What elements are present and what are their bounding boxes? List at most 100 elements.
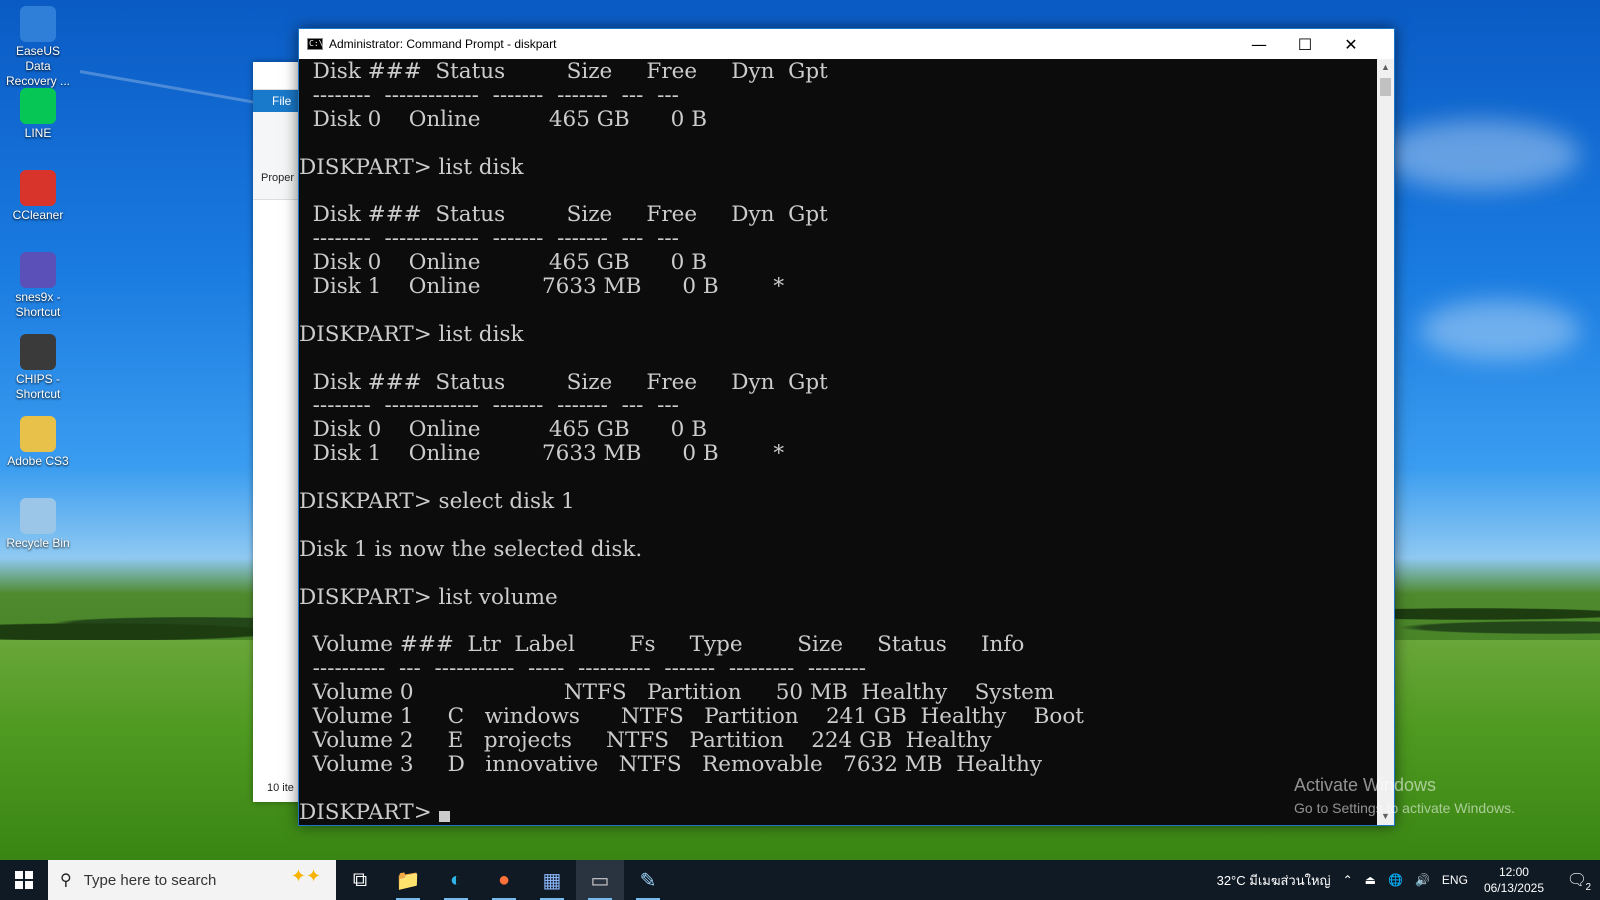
wallpaper-cloud (1420, 300, 1580, 360)
chips-icon (20, 334, 56, 370)
console-line-text: Volume ### Ltr Label Fs Type Size Status… (299, 632, 1025, 658)
console-line: DISKPART> list disk (299, 154, 1377, 180)
notification-count: 2 (1585, 882, 1591, 893)
taskbar-app-button[interactable]: ⧉ (336, 860, 384, 900)
command-prompt-window[interactable]: C:\ Administrator: Command Prompt - disk… (298, 28, 1395, 826)
cmd-app-icon: C:\ (307, 38, 324, 50)
console-line: DISKPART> select disk 1 (299, 490, 1377, 514)
console-line: Disk 1 Online 7633 MB 0 B * (299, 442, 1377, 466)
minimize-button[interactable]: — (1236, 29, 1282, 59)
clock-date: 06/13/2025 (1483, 881, 1544, 895)
console-line: Disk ### Status Size Free Dyn Gpt (299, 60, 1377, 84)
usb-device-icon[interactable]: ⏏ (1359, 873, 1382, 887)
activate-windows-watermark: Activate Windows Go to Settings to activ… (1294, 775, 1515, 816)
console-line-text: Volume 1 C windows NTFS Partition 241 GB… (299, 704, 1084, 730)
console-line: Volume ### Ltr Label Fs Type Size Status… (299, 633, 1377, 657)
notification-icon: 🗨 (1566, 872, 1588, 889)
explorer-properties-label[interactable]: Proper (261, 172, 294, 184)
calculator-icon: ▦ (542, 869, 562, 892)
easeus-icon (20, 6, 56, 42)
console-line: Disk 1 is now the selected disk. (299, 537, 1377, 562)
console-line: Disk 0 Online 465 GB 0 B (299, 107, 1377, 132)
network-globe-icon[interactable]: 🌐 (1382, 873, 1409, 887)
taskbar-pinned-apps: ⧉ 📁 ◐ ● ▦ ▭ ✎ (336, 860, 672, 900)
taskbar-app-button[interactable]: 📁 (384, 860, 432, 900)
console-line-text: DISKPART> list disk (299, 154, 524, 180)
console-line-text: DISKPART> list disk (299, 321, 524, 347)
desktop-shortcut[interactable]: CHIPS - Shortcut (4, 334, 72, 402)
action-center-button[interactable]: 🗨 2 (1554, 860, 1600, 900)
desktop-shortcut[interactable]: EaseUS Data Recovery ... (4, 6, 72, 89)
console-line-text: Volume 2 E projects NTFS Partition 224 G… (299, 727, 992, 753)
console-line-text: Disk ### Status Size Free Dyn Gpt (299, 202, 828, 228)
console-line-text: Disk 0 Online 465 GB 0 B (299, 417, 707, 443)
desktop-shortcut[interactable]: Recycle Bin (4, 498, 72, 551)
start-button[interactable] (0, 860, 48, 900)
input-language[interactable]: ENG (1436, 873, 1474, 887)
console-line: -------- ------------- ------- ------- -… (299, 83, 1377, 108)
weather-widget[interactable]: 32°C มีเมฆส่วนใหญ่ (1211, 870, 1337, 891)
taskbar-search-box[interactable]: ⚲ Type here to search ✦✦ (48, 860, 336, 900)
watermark-subtitle: Go to Settings to activate Windows. (1294, 800, 1515, 816)
command-prompt-icon: ▭ (590, 869, 610, 892)
wallpaper-cloud (1380, 120, 1580, 190)
ccleaner-icon (20, 170, 56, 206)
console-line: DISKPART> (299, 799, 1377, 825)
desktop-shortcut-label: CCleaner (12, 208, 64, 222)
console-line: Volume 2 E projects NTFS Partition 224 G… (299, 727, 1377, 753)
firefox-icon: ● (497, 868, 511, 891)
cmd-window-title: Administrator: Command Prompt - diskpart (329, 37, 557, 51)
console-line-text: Disk 1 Online 7633 MB 0 B * (299, 441, 785, 467)
maximize-button[interactable]: ☐ (1282, 29, 1328, 59)
console-line: Volume 3 D innovative NTFS Removable 763… (299, 752, 1377, 777)
console-line: Disk ### Status Size Free Dyn Gpt (299, 203, 1377, 227)
taskbar-app-button[interactable]: ● (480, 860, 528, 900)
console-line: Volume 0 NTFS Partition 50 MB Healthy Sy… (299, 681, 1377, 705)
show-hidden-icons-chevron-icon[interactable]: ⌃ (1337, 873, 1359, 887)
cmd-console-output[interactable]: Disk ### Status Size Free Dyn Gpt ------… (299, 59, 1377, 825)
line-icon (20, 88, 56, 124)
console-line: Disk ### Status Size Free Dyn Gpt (299, 369, 1377, 395)
desktop-shortcut[interactable]: Adobe CS3 (4, 416, 72, 469)
console-line: -------- ------------- ------- ------- -… (299, 394, 1377, 418)
console-line-text: Disk 1 Online 7633 MB 0 B * (299, 274, 785, 300)
console-line: Disk 0 Online 465 GB 0 B (299, 251, 1377, 275)
console-line-text: Volume 0 NTFS Partition 50 MB Healthy Sy… (299, 680, 1055, 706)
console-line-text: Disk ### Status Size Free Dyn Gpt (299, 369, 828, 395)
desktop-shortcut[interactable]: snes9x - Shortcut (4, 252, 72, 320)
taskbar-app-button[interactable]: ◐ (432, 860, 480, 900)
desktop-shortcut[interactable]: LINE (4, 88, 72, 141)
cmd-scrollbar[interactable]: ▲ ▼ (1377, 59, 1394, 825)
console-line-text: -------- ------------- ------- ------- -… (299, 226, 679, 252)
folder-icon (20, 416, 56, 452)
desktop-shortcut-label: Recycle Bin (6, 536, 70, 550)
taskbar-app-button[interactable]: ✎ (624, 860, 672, 900)
search-icon: ⚲ (60, 872, 72, 889)
explorer-status-bar: 10 ite (267, 782, 294, 794)
close-button[interactable]: ✕ (1328, 29, 1374, 59)
cmd-titlebar[interactable]: C:\ Administrator: Command Prompt - disk… (299, 29, 1394, 59)
watermark-title: Activate Windows (1294, 775, 1437, 795)
console-line-text: DISKPART> (299, 799, 439, 825)
console-line: Volume 1 C windows NTFS Partition 241 GB… (299, 705, 1377, 729)
console-line: ---------- --- ----------- ----- -------… (299, 657, 1377, 681)
scroll-up-arrow-icon[interactable]: ▲ (1377, 59, 1394, 76)
console-line-text: Disk ### Status Size Free Dyn Gpt (299, 59, 828, 84)
search-highlight-icon: ✦✦ (290, 866, 322, 886)
desktop-shortcut[interactable]: CCleaner (4, 170, 72, 223)
system-clock[interactable]: 12:00 06/13/2025 (1474, 864, 1554, 896)
console-line: DISKPART> list disk (299, 321, 1377, 347)
taskbar-app-button[interactable]: ▦ (528, 860, 576, 900)
taskbar-app-button[interactable]: ▭ (576, 860, 624, 900)
scrollbar-thumb[interactable] (1380, 78, 1391, 96)
search-placeholder: Type here to search (83, 871, 217, 889)
console-line: -------- ------------- ------- ------- -… (299, 227, 1377, 251)
volume-icon[interactable]: 🔊 (1409, 873, 1436, 887)
console-line: DISKPART> list volume (299, 585, 1377, 610)
